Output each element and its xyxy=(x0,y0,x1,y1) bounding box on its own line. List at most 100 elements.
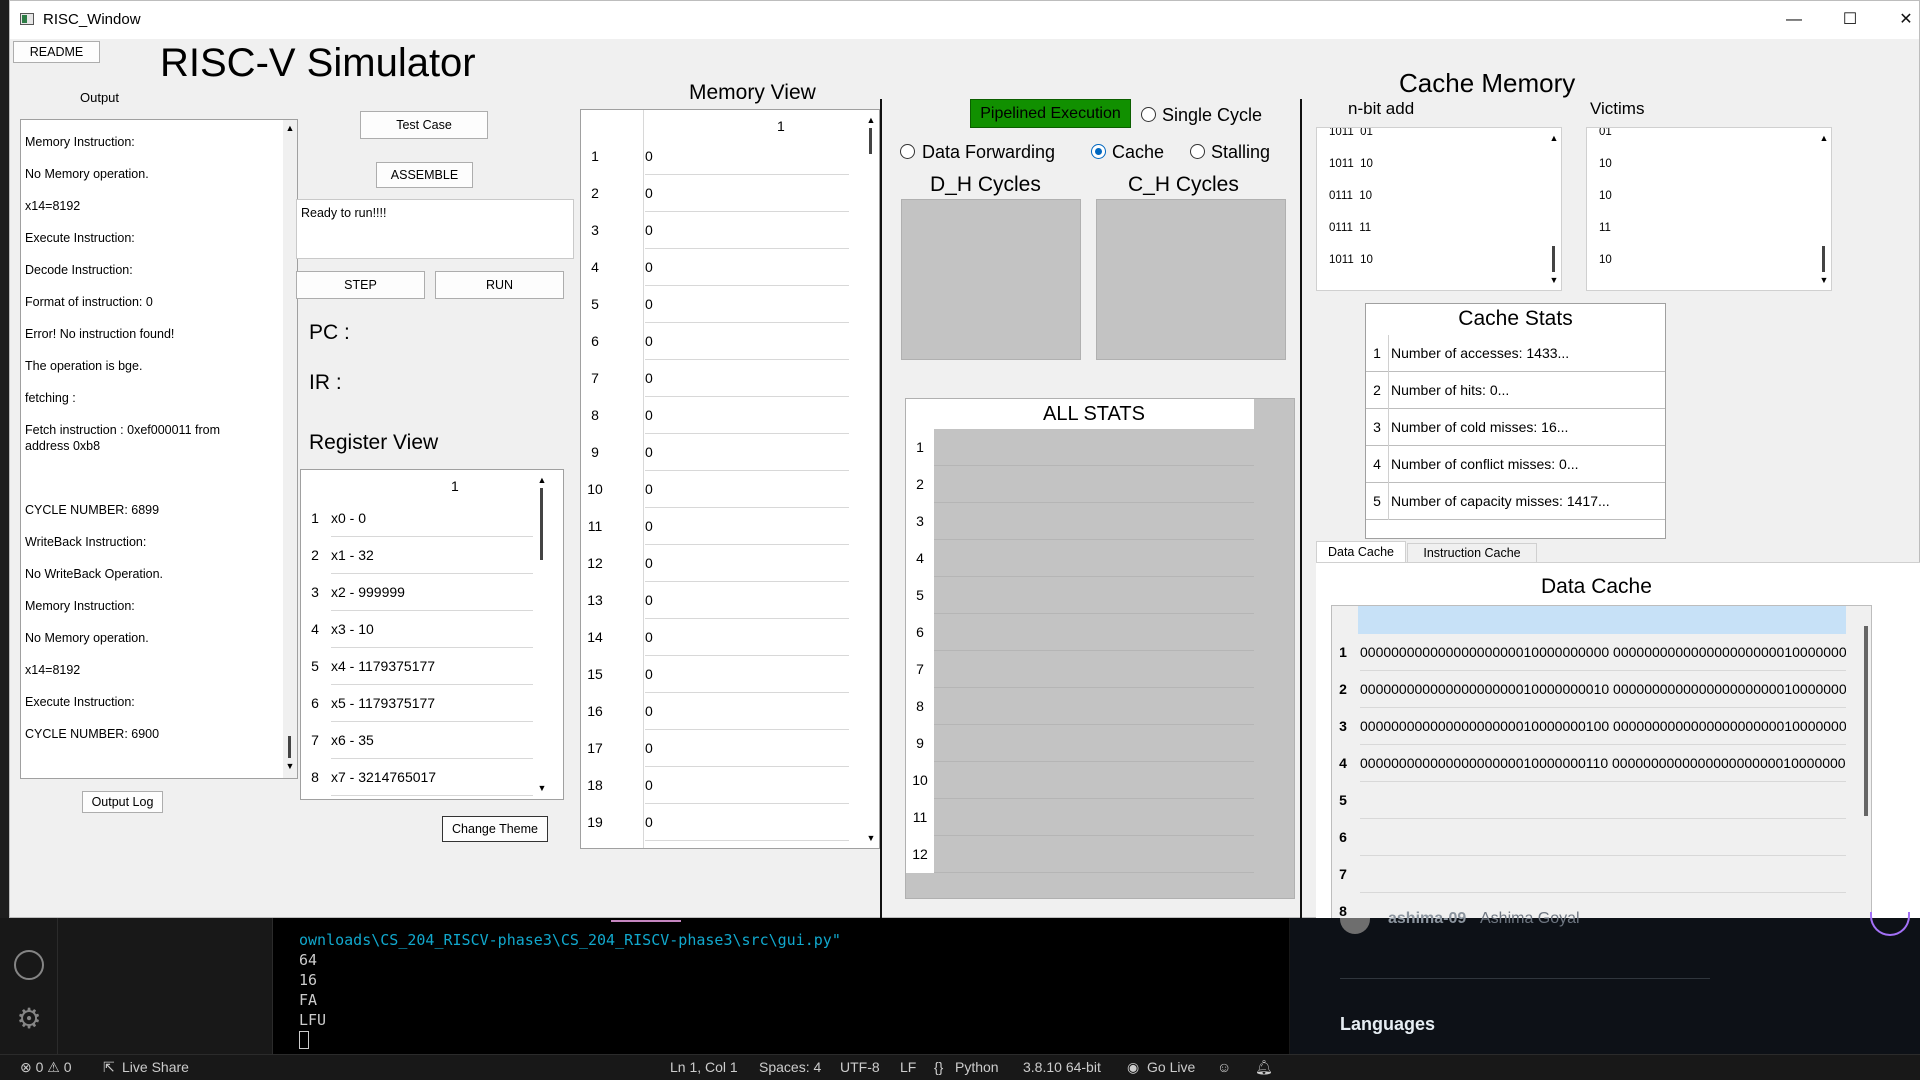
table-row[interactable]: 5 Number of capacity misses: 1417... xyxy=(1366,483,1665,520)
scroll-thumb[interactable] xyxy=(1552,246,1555,272)
table-row[interactable]: 14 0 xyxy=(581,619,864,656)
scroll-down-icon[interactable]: ▼ xyxy=(537,782,547,794)
close-button[interactable]: ✕ xyxy=(1878,1,1920,39)
live-share-button[interactable]: Live Share xyxy=(122,1059,189,1075)
table-row[interactable]: 10 xyxy=(581,138,864,175)
victim-item[interactable]: 10 xyxy=(1599,190,1612,202)
nbit-item[interactable]: 1011 10 xyxy=(1329,254,1373,266)
table-row[interactable]: 1 Number of accesses: 1433... xyxy=(1366,335,1665,372)
problems-indicator[interactable]: ⊗ 0 ⚠ 0 xyxy=(20,1059,72,1076)
data-forwarding-radio[interactable] xyxy=(900,144,915,159)
nbit-item[interactable]: 1011 10 xyxy=(1329,158,1373,170)
table-row[interactable]: 15 0 xyxy=(581,656,864,693)
change-theme-button[interactable]: Change Theme xyxy=(442,816,548,842)
table-row[interactable]: 17 0 xyxy=(581,730,864,767)
language-mode[interactable]: Python xyxy=(955,1059,999,1075)
table-row[interactable]: 60 xyxy=(581,323,864,360)
table-row[interactable]: 1 x0 - 0 xyxy=(301,500,533,537)
table-row[interactable]: 11 xyxy=(906,799,1254,836)
output-log-button[interactable]: Output Log xyxy=(82,791,163,813)
victims-scrollbar[interactable]: ▲ ▼ xyxy=(1817,128,1831,290)
assemble-button[interactable]: ASSEMBLE xyxy=(376,162,473,188)
minimize-button[interactable]: — xyxy=(1766,1,1822,39)
pipelined-execution-toggle[interactable]: Pipelined Execution xyxy=(970,99,1131,128)
output-panel[interactable]: Memory Instruction: No Memory operation. x… xyxy=(20,119,298,779)
table-row[interactable]: 5 xyxy=(906,577,1254,614)
table-row[interactable]: 4 x3 - 10 xyxy=(301,611,533,648)
table-row[interactable]: 7 xyxy=(906,651,1254,688)
table-row[interactable]: 4 00000000000000000000010000000110 000000… xyxy=(1332,745,1846,782)
nbit-scrollbar[interactable]: ▲ ▼ xyxy=(1547,128,1561,290)
table-row[interactable]: 2 xyxy=(906,466,1254,503)
cache-radio[interactable] xyxy=(1091,144,1106,159)
stalling-label[interactable]: Stalling xyxy=(1211,142,1270,163)
scroll-down-icon[interactable]: ▼ xyxy=(285,760,295,772)
scroll-down-icon[interactable]: ▼ xyxy=(1819,274,1829,286)
gear-icon[interactable]: ⚙ xyxy=(14,1004,44,1034)
single-cycle-radio[interactable] xyxy=(1141,107,1156,122)
scroll-thumb[interactable] xyxy=(540,488,543,560)
table-row[interactable]: 13 0 xyxy=(581,582,864,619)
table-row[interactable]: 10 xyxy=(906,762,1254,799)
indentation[interactable]: Spaces: 4 xyxy=(759,1059,821,1075)
scroll-down-icon[interactable]: ▼ xyxy=(866,832,876,844)
table-row[interactable]: 12 0 xyxy=(581,545,864,582)
all-stats-panel[interactable]: ALL STATS 1 2 3 4 5 6 7 8 9 10 11 12 xyxy=(905,398,1295,899)
bell-icon[interactable]: 🔔︎ xyxy=(1255,1059,1273,1076)
account-icon[interactable] xyxy=(14,950,44,980)
scroll-down-icon[interactable]: ▼ xyxy=(1549,274,1559,286)
data-forwarding-label[interactable]: Data Forwarding xyxy=(922,142,1055,163)
table-row[interactable]: 12 xyxy=(906,836,1254,873)
table-row[interactable]: 3 00000000000000000000010000000100 000000… xyxy=(1332,708,1846,745)
register-scrollbar[interactable]: ▲ ▼ xyxy=(535,470,549,799)
table-row[interactable]: 8 xyxy=(906,688,1254,725)
end-of-line[interactable]: LF xyxy=(900,1059,916,1075)
table-row[interactable]: 2 00000000000000000000010000000010 000000… xyxy=(1332,671,1846,708)
cursor-position[interactable]: Ln 1, Col 1 xyxy=(670,1059,738,1075)
register-table[interactable]: 1 1 x0 - 0 2 x1 - 32 3 x2 - 999999 4 x3 - 10 5 x4… xyxy=(300,469,564,800)
scroll-up-icon[interactable]: ▲ xyxy=(866,114,876,126)
feedback-icon[interactable]: ☺ xyxy=(1217,1059,1231,1075)
nbit-item[interactable]: 0111 10 xyxy=(1329,190,1372,202)
table-row[interactable]: 11 0 xyxy=(581,508,864,545)
live-share-icon[interactable]: ⇱ xyxy=(103,1059,115,1076)
table-row[interactable]: 40 xyxy=(581,249,864,286)
victim-item[interactable]: 11 xyxy=(1599,222,1611,234)
victim-item[interactable]: 10 xyxy=(1599,254,1612,266)
table-row[interactable]: 7 xyxy=(1332,856,1846,893)
victim-item[interactable]: 10 xyxy=(1599,158,1612,170)
table-row[interactable]: 19 0 xyxy=(581,804,864,841)
encoding[interactable]: UTF-8 xyxy=(840,1059,880,1075)
python-version[interactable]: 3.8.10 64-bit xyxy=(1023,1059,1101,1075)
run-button[interactable]: RUN xyxy=(435,271,564,299)
table-row[interactable]: 4 xyxy=(906,540,1254,577)
memory-table[interactable]: 1 1 0 2 0 3 0 4 0 5 0 6 0 7 0 8 0 9 0 10 0 11 0 12 0 13 0 14 0 15 0 16… xyxy=(580,109,880,849)
profile-username[interactable]: ashima-09 xyxy=(1388,910,1466,928)
table-row[interactable]: 7 x6 - 35 xyxy=(301,722,533,759)
nbit-item[interactable]: 0111 11 xyxy=(1329,222,1371,234)
test-case-button[interactable]: Test Case xyxy=(360,111,488,139)
table-row[interactable]: 10 0 xyxy=(581,471,864,508)
table-row[interactable]: 6 xyxy=(1332,819,1846,856)
scroll-thumb[interactable] xyxy=(288,736,291,758)
nbit-add-list[interactable]: 1011 01 1011 10 0111 10 0111 11 1011 10 ▲ ▼ xyxy=(1316,127,1562,291)
stalling-radio[interactable] xyxy=(1190,144,1205,159)
table-row[interactable]: 6 x5 - 1179375177 xyxy=(301,685,533,722)
title-bar[interactable]: RISC_Window — ☐ ✕ xyxy=(10,1,1919,39)
victims-list[interactable]: 01 10 10 11 10 ▲ ▼ xyxy=(1586,127,1832,291)
victim-item[interactable]: 01 xyxy=(1599,128,1612,138)
scroll-up-icon[interactable]: ▲ xyxy=(537,474,547,486)
tab-data-cache[interactable]: Data Cache xyxy=(1316,541,1406,563)
scroll-up-icon[interactable]: ▲ xyxy=(1819,132,1829,144)
memory-scrollbar[interactable]: ▲ ▼ xyxy=(864,110,878,848)
table-row[interactable]: 18 0 xyxy=(581,767,864,804)
step-button[interactable]: STEP xyxy=(296,271,425,299)
table-row[interactable]: 5 xyxy=(1332,782,1846,819)
table-row[interactable]: 8 x7 - 3214765017 xyxy=(301,759,533,796)
table-row[interactable]: 70 xyxy=(581,360,864,397)
table-row[interactable]: 1 00000000000000000000010000000000 000000… xyxy=(1332,634,1846,671)
cache-stats-table[interactable]: Cache Stats 1 Number of accesses: 1433...… xyxy=(1365,303,1666,539)
terminal-panel[interactable]: ownloads\CS_204_RISCV-phase3\CS_204_RISC… xyxy=(272,918,1289,1054)
table-row[interactable]: 30 xyxy=(581,212,864,249)
table-row[interactable]: 20 xyxy=(581,175,864,212)
